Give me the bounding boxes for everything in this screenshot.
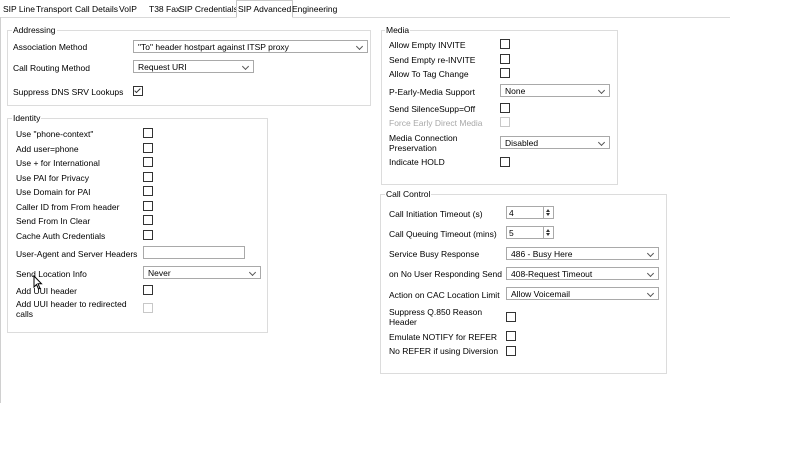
use-phone-context-label: Use "phone-context" xyxy=(16,129,94,139)
tab-voip[interactable]: VoIP xyxy=(119,2,137,16)
chevron-down-icon xyxy=(597,138,606,147)
send-from-in-clear-label: Send From In Clear xyxy=(16,216,91,226)
call-init-timeout-spinner[interactable]: 4 xyxy=(506,206,554,219)
no-user-resp-select[interactable]: 408-Request Timeout xyxy=(506,267,659,280)
allow-to-tag-change-checkbox[interactable] xyxy=(500,68,510,78)
addressing-legend: Addressing xyxy=(12,25,57,35)
call-control-legend: Call Control xyxy=(385,189,432,199)
tab-sip-advanced[interactable]: SIP Advanced xyxy=(236,0,294,18)
tab-call-details[interactable]: Call Details xyxy=(75,2,118,16)
call-queue-timeout-label: Call Queuing Timeout (mins) xyxy=(389,229,497,239)
caller-id-from-header-label: Caller ID from From header xyxy=(16,202,120,212)
user-agent-input[interactable] xyxy=(143,246,245,259)
use-domain-pai-checkbox[interactable] xyxy=(143,186,153,196)
tab-sip-line[interactable]: SIP Line xyxy=(3,2,35,16)
chevron-down-icon xyxy=(646,289,655,298)
media-legend: Media xyxy=(385,25,411,35)
mouse-cursor-icon xyxy=(33,275,43,290)
user-agent-label: User-Agent and Server Headers xyxy=(16,249,138,259)
tab-bar: SIP Line Transport Call Details VoIP T38… xyxy=(0,0,730,18)
cache-auth-credentials-label: Cache Auth Credentials xyxy=(16,231,106,241)
add-user-phone-label: Add user=phone xyxy=(16,144,79,154)
suppress-dns-srv-checkbox[interactable] xyxy=(133,86,143,96)
service-busy-select[interactable]: 486 - Busy Here xyxy=(506,247,659,260)
use-domain-pai-label: Use Domain for PAI xyxy=(16,187,91,197)
p-early-media-select[interactable]: None xyxy=(500,84,610,97)
no-user-resp-label: on No User Responding Send xyxy=(389,269,502,279)
send-location-label: Send Location Info xyxy=(16,269,87,279)
allow-empty-invite-checkbox[interactable] xyxy=(500,39,510,49)
arrow-down-icon xyxy=(546,233,550,236)
add-uui-header-checkbox[interactable] xyxy=(143,285,153,295)
send-empty-reinvite-checkbox[interactable] xyxy=(500,54,510,64)
arrow-up-icon xyxy=(546,209,550,212)
send-empty-reinvite-label: Send Empty re-INVITE xyxy=(389,55,476,65)
caller-id-from-header-checkbox[interactable] xyxy=(143,201,153,211)
emulate-notify-checkbox[interactable] xyxy=(506,331,516,341)
use-plus-international-label: Use + for International xyxy=(16,158,100,168)
force-early-direct-media-checkbox xyxy=(500,117,510,127)
panel-border xyxy=(0,17,1,403)
spinner-buttons[interactable] xyxy=(543,227,553,238)
use-pai-privacy-checkbox[interactable] xyxy=(143,172,153,182)
tab-t38-fax[interactable]: T38 Fax xyxy=(149,2,180,16)
send-from-in-clear-checkbox[interactable] xyxy=(143,215,153,225)
no-refer-label: No REFER if using Diversion xyxy=(389,346,499,356)
cac-limit-select[interactable]: Allow Voicemail xyxy=(506,287,659,300)
add-uui-redirected-checkbox xyxy=(143,303,153,313)
association-method-select[interactable]: "To" header hostpart against ITSP proxy xyxy=(133,40,368,53)
identity-legend: Identity xyxy=(12,113,42,123)
tab-sip-credentials[interactable]: SIP Credentials xyxy=(179,2,238,16)
tab-engineering[interactable]: Engineering xyxy=(292,2,337,16)
call-queue-timeout-spinner[interactable]: 5 xyxy=(506,226,554,239)
call-routing-method-select[interactable]: Request URI xyxy=(133,60,254,73)
chevron-down-icon xyxy=(241,62,250,71)
arrow-down-icon xyxy=(546,213,550,216)
spinner-buttons[interactable] xyxy=(543,207,553,218)
allow-to-tag-change-label: Allow To Tag Change xyxy=(389,69,469,79)
call-routing-method-label: Call Routing Method xyxy=(13,63,91,73)
suppress-q850-checkbox[interactable] xyxy=(506,312,516,322)
tab-transport[interactable]: Transport xyxy=(36,2,72,16)
emulate-notify-label: Emulate NOTIFY for REFER xyxy=(389,332,498,342)
suppress-dns-srv-label: Suppress DNS SRV Lookups xyxy=(13,87,124,97)
chevron-down-icon xyxy=(597,86,606,95)
add-uui-header-label: Add UUI header xyxy=(16,286,77,296)
indicate-hold-checkbox[interactable] xyxy=(500,157,510,167)
chevron-down-icon xyxy=(355,42,364,51)
use-phone-context-checkbox[interactable] xyxy=(143,128,153,138)
no-refer-checkbox[interactable] xyxy=(506,346,516,356)
suppress-q850-label: Suppress Q.850 Reason Header xyxy=(389,307,483,327)
use-plus-international-checkbox[interactable] xyxy=(143,157,153,167)
use-pai-privacy-label: Use PAI for Privacy xyxy=(16,173,90,183)
media-conn-pres-select[interactable]: Disabled xyxy=(500,136,610,149)
media-conn-pres-label: Media Connection Preservation xyxy=(389,133,458,153)
add-uui-redirected-label: Add UUI header to redirected calls xyxy=(16,299,127,319)
send-silencesupp-label: Send SilenceSupp=Off xyxy=(389,104,476,114)
send-silencesupp-checkbox[interactable] xyxy=(500,103,510,113)
send-location-select[interactable]: Never xyxy=(143,266,261,279)
arrow-up-icon xyxy=(546,229,550,232)
force-early-direct-media-label: Force Early Direct Media xyxy=(389,118,483,128)
call-init-timeout-label: Call Initiation Timeout (s) xyxy=(389,209,483,219)
add-user-phone-checkbox[interactable] xyxy=(143,143,153,153)
service-busy-label: Service Busy Response xyxy=(389,249,480,259)
p-early-media-label: P-Early-Media Support xyxy=(389,87,475,97)
cache-auth-credentials-checkbox[interactable] xyxy=(143,230,153,240)
allow-empty-invite-label: Allow Empty INVITE xyxy=(389,40,466,50)
cac-limit-label: Action on CAC Location Limit xyxy=(389,290,500,300)
chevron-down-icon xyxy=(248,268,257,277)
chevron-down-icon xyxy=(646,269,655,278)
indicate-hold-label: Indicate HOLD xyxy=(389,157,445,167)
association-method-label: Association Method xyxy=(13,42,88,52)
chevron-down-icon xyxy=(646,249,655,258)
